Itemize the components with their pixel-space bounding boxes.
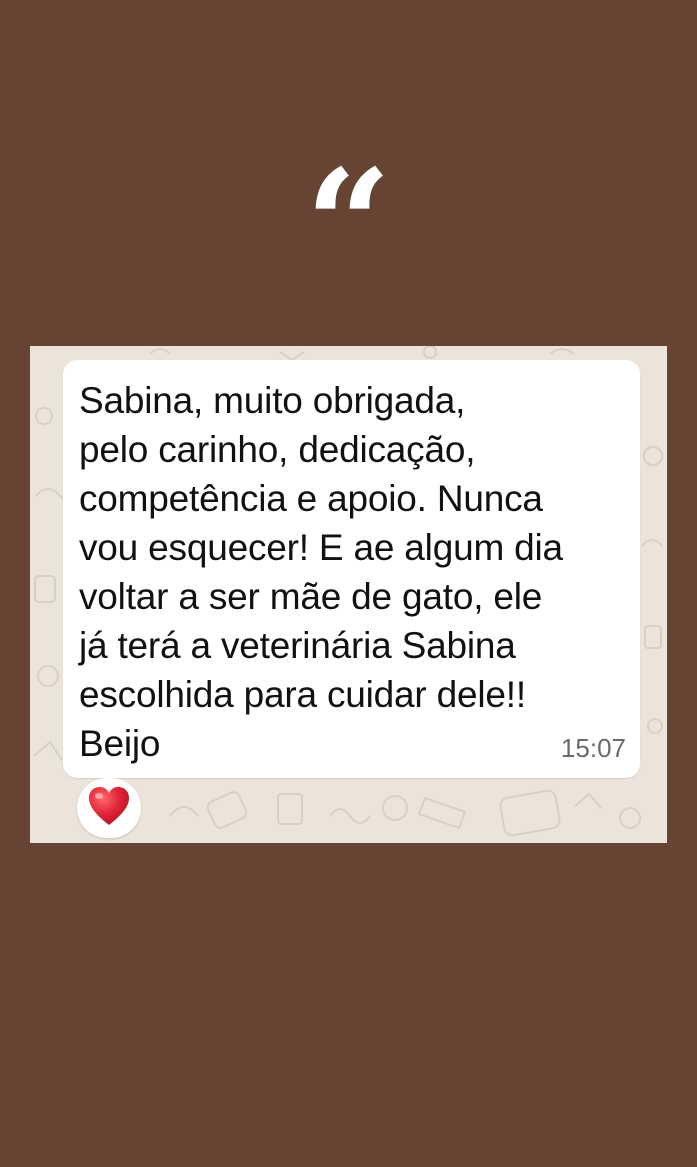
message-bubble[interactable]: Sabina, muito obrigada, pelo carinho, de…	[63, 360, 640, 778]
reaction-badge[interactable]	[77, 778, 141, 838]
chat-screenshot: Sabina, muito obrigada, pelo carinho, de…	[30, 346, 667, 843]
red-heart-icon	[89, 787, 129, 825]
message-text: Sabina, muito obrigada, pelo carinho, de…	[79, 380, 563, 764]
quote-mark-icon: “	[305, 137, 392, 313]
message-timestamp: 15:07	[560, 733, 626, 763]
